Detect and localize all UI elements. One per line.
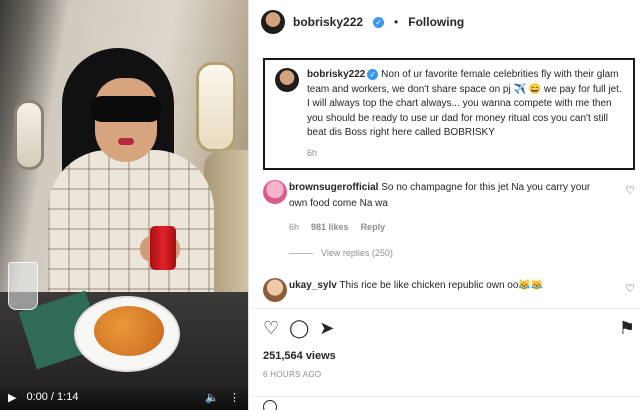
- video-controls: ▶ 0:00 / 1:14 🔈 ⋮: [0, 384, 248, 410]
- avatar[interactable]: [263, 278, 287, 302]
- view-replies-label: View replies (250): [321, 248, 393, 258]
- video-time: 0:00 / 1:14: [26, 391, 79, 403]
- view-replies-button[interactable]: View replies (250): [289, 248, 393, 258]
- comment-username[interactable]: brownsugerofficial: [289, 182, 378, 193]
- caption-username[interactable]: bobrisky222: [307, 69, 365, 80]
- soda-can: [150, 226, 176, 270]
- heart-icon[interactable]: ♡: [625, 184, 635, 197]
- following-button[interactable]: Following: [408, 15, 464, 29]
- list-item: brownsugerofficial So no champagne for t…: [263, 180, 635, 264]
- post-timestamp: 6 HOURS AGO: [263, 370, 322, 379]
- reply-button[interactable]: Reply: [361, 222, 386, 232]
- add-comment-bar: [249, 396, 640, 410]
- comment-text: brownsugerofficial So no champagne for t…: [289, 180, 607, 212]
- caption-time: 6h: [307, 148, 318, 158]
- replies-line: [289, 252, 313, 254]
- avatar[interactable]: [275, 68, 299, 92]
- bookmark-icon[interactable]: ⚑: [619, 317, 635, 339]
- post-actions: ♡ ◯ ➤ ⚑: [263, 317, 635, 339]
- caption-text: bobrisky222 ✓ Non of ur favorite female c…: [307, 68, 623, 141]
- jollof-rice: [94, 306, 164, 356]
- play-icon[interactable]: ▶: [8, 391, 16, 404]
- post-details-panel: bobrisky222 ✓ • Following bobrisky222 ✓ N…: [248, 0, 640, 410]
- heart-icon[interactable]: ♡: [625, 282, 635, 295]
- cabin-window: [14, 100, 44, 170]
- cabin-window-right: [196, 62, 236, 152]
- verified-badge-icon: ✓: [373, 16, 385, 28]
- emoji-icon[interactable]: [263, 400, 277, 410]
- comment-time: 6h: [289, 222, 300, 232]
- list-item: ukay_sylv This rice be like chicken repu…: [263, 278, 635, 304]
- comment-icon[interactable]: ◯: [289, 317, 309, 339]
- volume-icon[interactable]: 🔈: [205, 391, 219, 404]
- water-glass: [8, 262, 38, 310]
- post-header: bobrisky222 ✓ • Following: [261, 10, 464, 34]
- comment-likes[interactable]: 981 likes: [311, 222, 349, 232]
- comment-body: This rice be like chicken republic own o…: [339, 280, 544, 291]
- avatar[interactable]: [261, 10, 285, 34]
- share-icon[interactable]: ➤: [319, 317, 334, 339]
- post-video[interactable]: ▶ 0:00 / 1:14 🔈 ⋮: [0, 0, 248, 410]
- avatar[interactable]: [263, 180, 287, 204]
- verified-badge-icon: ✓: [367, 69, 379, 80]
- person-lips: [118, 138, 134, 145]
- heart-icon[interactable]: ♡: [263, 317, 279, 339]
- header-username[interactable]: bobrisky222: [293, 15, 363, 29]
- comment-username[interactable]: ukay_sylv: [289, 280, 337, 291]
- comment-text: ukay_sylv This rice be like chicken repu…: [289, 278, 607, 294]
- more-vertical-icon[interactable]: ⋮: [229, 391, 240, 404]
- sunglasses: [90, 96, 162, 122]
- view-count[interactable]: 251,564 views: [263, 350, 336, 362]
- caption: bobrisky222 ✓ Non of ur favorite female c…: [263, 58, 635, 170]
- header-separator: •: [394, 15, 399, 29]
- divider: [249, 308, 640, 309]
- comment-meta: 6h 981 likes Reply: [289, 222, 385, 232]
